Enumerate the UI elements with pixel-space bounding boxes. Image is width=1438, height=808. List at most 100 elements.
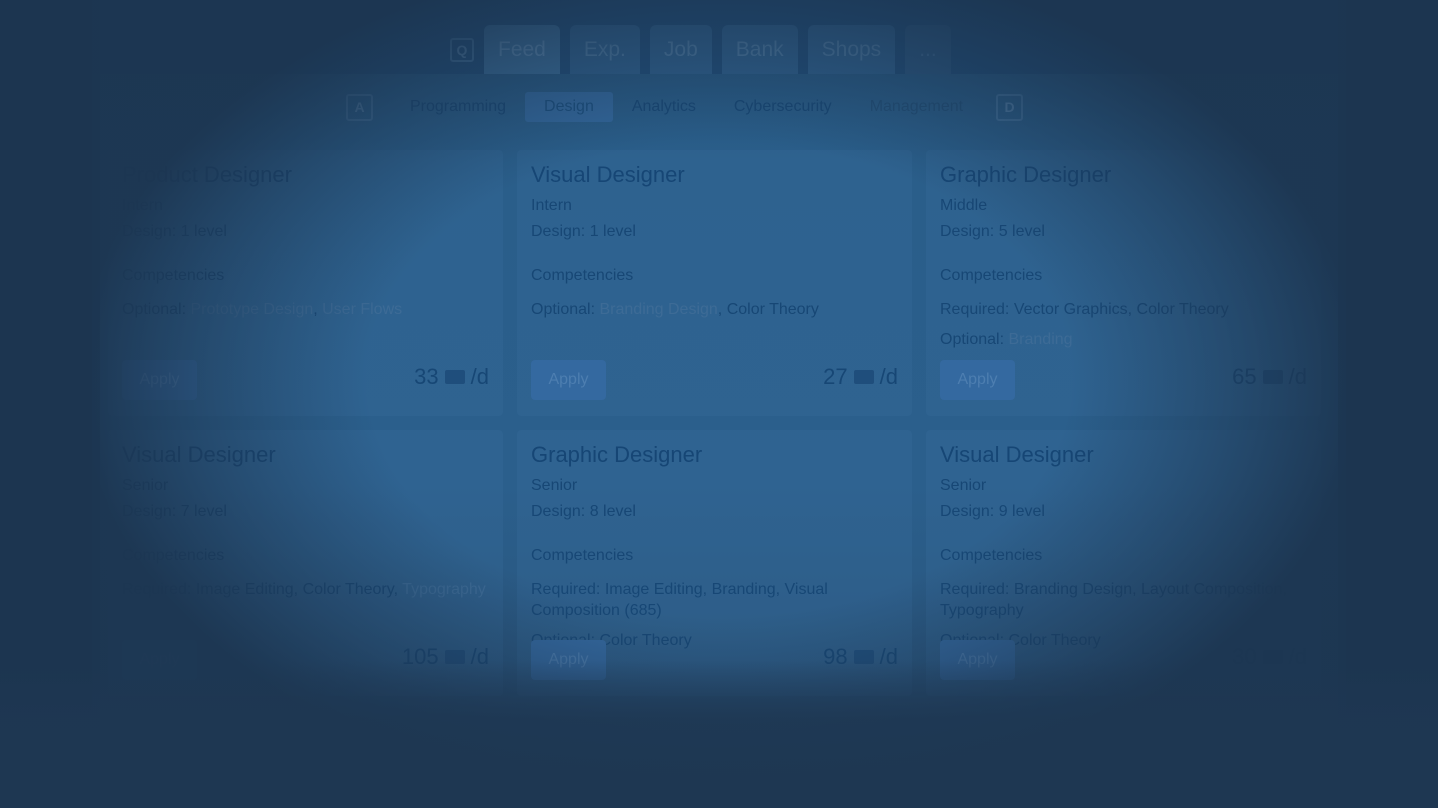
subtab-management[interactable]: Management (851, 92, 982, 122)
job-requirement-level: Design: 8 level (531, 503, 636, 520)
job-requirement-level: Design: 1 level (531, 223, 636, 240)
subtab-programming[interactable]: Programming (391, 92, 525, 122)
optional-skills-line: Optional: Branding (940, 329, 1307, 350)
skill-name: Color Theory (1008, 632, 1101, 649)
rate-unit: /d (879, 644, 898, 669)
daily-rate: 65/d (1232, 364, 1307, 390)
category-tabs: A Programming Design Analytics Cybersecu… (346, 92, 1024, 122)
job-grid: Product Designer Intern Design: 1 level Com… (108, 150, 1330, 696)
skill-name: Vector Graphics (1013, 301, 1128, 318)
right-shade (1338, 0, 1438, 808)
skill-name: Branding (1008, 331, 1073, 348)
rate-value: 65 (1232, 364, 1257, 389)
money-icon (444, 650, 465, 664)
optional-skills-line: Optional: Prototype Design, User Flows (122, 301, 403, 318)
job-title: Graphic Designer (531, 442, 703, 467)
skill-name: Typography (940, 602, 1024, 619)
required-label: Required: (940, 301, 1010, 318)
required-skills-line: Required: Image Editing, Branding, Visua… (531, 581, 828, 619)
rate-value: 30 (1232, 644, 1257, 669)
subtab-analytics[interactable]: Analytics (613, 92, 715, 122)
skill-name: Color Theory (302, 581, 394, 598)
optional-label: Optional: (531, 301, 596, 318)
left-shade (0, 0, 100, 808)
required-label: Required: (531, 581, 601, 598)
competencies-heading: Competencies (531, 267, 634, 284)
skill-name: Branding Design (599, 301, 718, 318)
job-card: Graphic Designer Senior Design: 8 level Com… (517, 430, 912, 696)
rate-value: 105 (401, 644, 439, 669)
competencies-heading: Competencies (531, 547, 634, 564)
apply-button[interactable]: Apply (531, 360, 606, 400)
tab-more[interactable]: ... (905, 25, 951, 74)
required-skills-line: Required: Branding Design, Layout Compos… (940, 581, 1287, 619)
daily-rate: 33/d (414, 364, 489, 390)
money-icon (853, 370, 874, 384)
rate-unit: /d (879, 364, 898, 389)
money-icon (853, 650, 874, 664)
job-title: Visual Designer (940, 442, 1094, 467)
skill-name: Typography (402, 581, 486, 598)
required-label: Required: (122, 581, 192, 598)
skill-name: Image Editing (195, 581, 294, 598)
apply-button[interactable]: Apply (940, 360, 1015, 400)
job-card: Visual Designer Senior Design: 9 level Comp… (926, 430, 1321, 696)
daily-rate: 105/d (402, 644, 489, 670)
optional-label: Optional: (122, 301, 187, 318)
job-requirement-level: Design: 5 level (940, 223, 1045, 240)
skill-name: Branding (711, 581, 776, 598)
apply-button[interactable]: Apply (940, 640, 1015, 680)
subtab-design[interactable]: Design (525, 92, 613, 122)
skill-name: Prototype Design (190, 301, 314, 318)
apply-button[interactable]: Apply (122, 640, 197, 680)
money-icon (1262, 370, 1283, 384)
job-level: Senior (940, 477, 987, 494)
daily-rate: 27/d (823, 364, 898, 390)
required-label: Required: (940, 581, 1010, 598)
rate-value: 27 (823, 364, 848, 389)
subtab-cybersecurity[interactable]: Cybersecurity (715, 92, 851, 122)
a-key-hint-icon: A (346, 93, 373, 121)
job-level: Intern (122, 197, 163, 214)
job-level: Middle (940, 197, 988, 214)
required-skills-line: Required: Vector Graphics, Color Theory (940, 301, 1229, 318)
tab-bank[interactable]: Bank (721, 25, 798, 74)
skill-name: Layout Composition (1141, 581, 1283, 598)
rate-unit: /d (1288, 364, 1307, 389)
competencies-heading: Competencies (940, 267, 1043, 284)
money-icon (1262, 650, 1283, 664)
daily-rate: 98/d (823, 644, 898, 670)
rate-value: 98 (823, 644, 848, 669)
tab-job[interactable]: Job (649, 25, 712, 74)
skill-name: Image Editing (604, 581, 703, 598)
job-level: Senior (122, 477, 169, 494)
competencies-heading: Competencies (122, 267, 225, 284)
tab-shops[interactable]: Shops (807, 25, 896, 74)
apply-button[interactable]: Apply (122, 360, 197, 400)
daily-rate: 30/d (1232, 644, 1307, 670)
apply-button[interactable]: Apply (531, 640, 606, 680)
tab-experience[interactable]: Exp. (569, 25, 640, 74)
job-card: Graphic Designer Middle Design: 5 level Com… (926, 150, 1321, 416)
required-skills-line: Required: Image Editing, Color Theory, T… (122, 581, 486, 598)
job-level: Intern (531, 197, 572, 214)
job-level: Senior (531, 477, 578, 494)
job-card: Product Designer Intern Design: 1 level Com… (108, 150, 503, 416)
optional-label: Optional: (940, 331, 1005, 348)
job-title: Visual Designer (531, 162, 685, 187)
job-title: Graphic Designer (940, 162, 1112, 187)
job-requirement-level: Design: 1 level (122, 223, 227, 240)
optional-skills-line: Optional: Branding Design, Color Theory (531, 301, 819, 318)
rate-unit: /d (470, 364, 489, 389)
skill-name: Color Theory (726, 301, 819, 318)
skill-name: Color Theory (1136, 301, 1229, 318)
q-key-hint-icon: Q (450, 38, 474, 62)
money-icon (444, 370, 465, 384)
skill-name: Branding Design (1013, 581, 1133, 598)
rate-unit: /d (470, 644, 489, 669)
d-key-hint-icon: D (996, 93, 1024, 121)
tab-feed[interactable]: Feed (484, 25, 560, 74)
skill-name: User Flows (322, 301, 403, 318)
top-tabs: Q Feed Exp. Job Bank Shops ... (450, 25, 951, 74)
competencies-heading: Competencies (122, 547, 225, 564)
